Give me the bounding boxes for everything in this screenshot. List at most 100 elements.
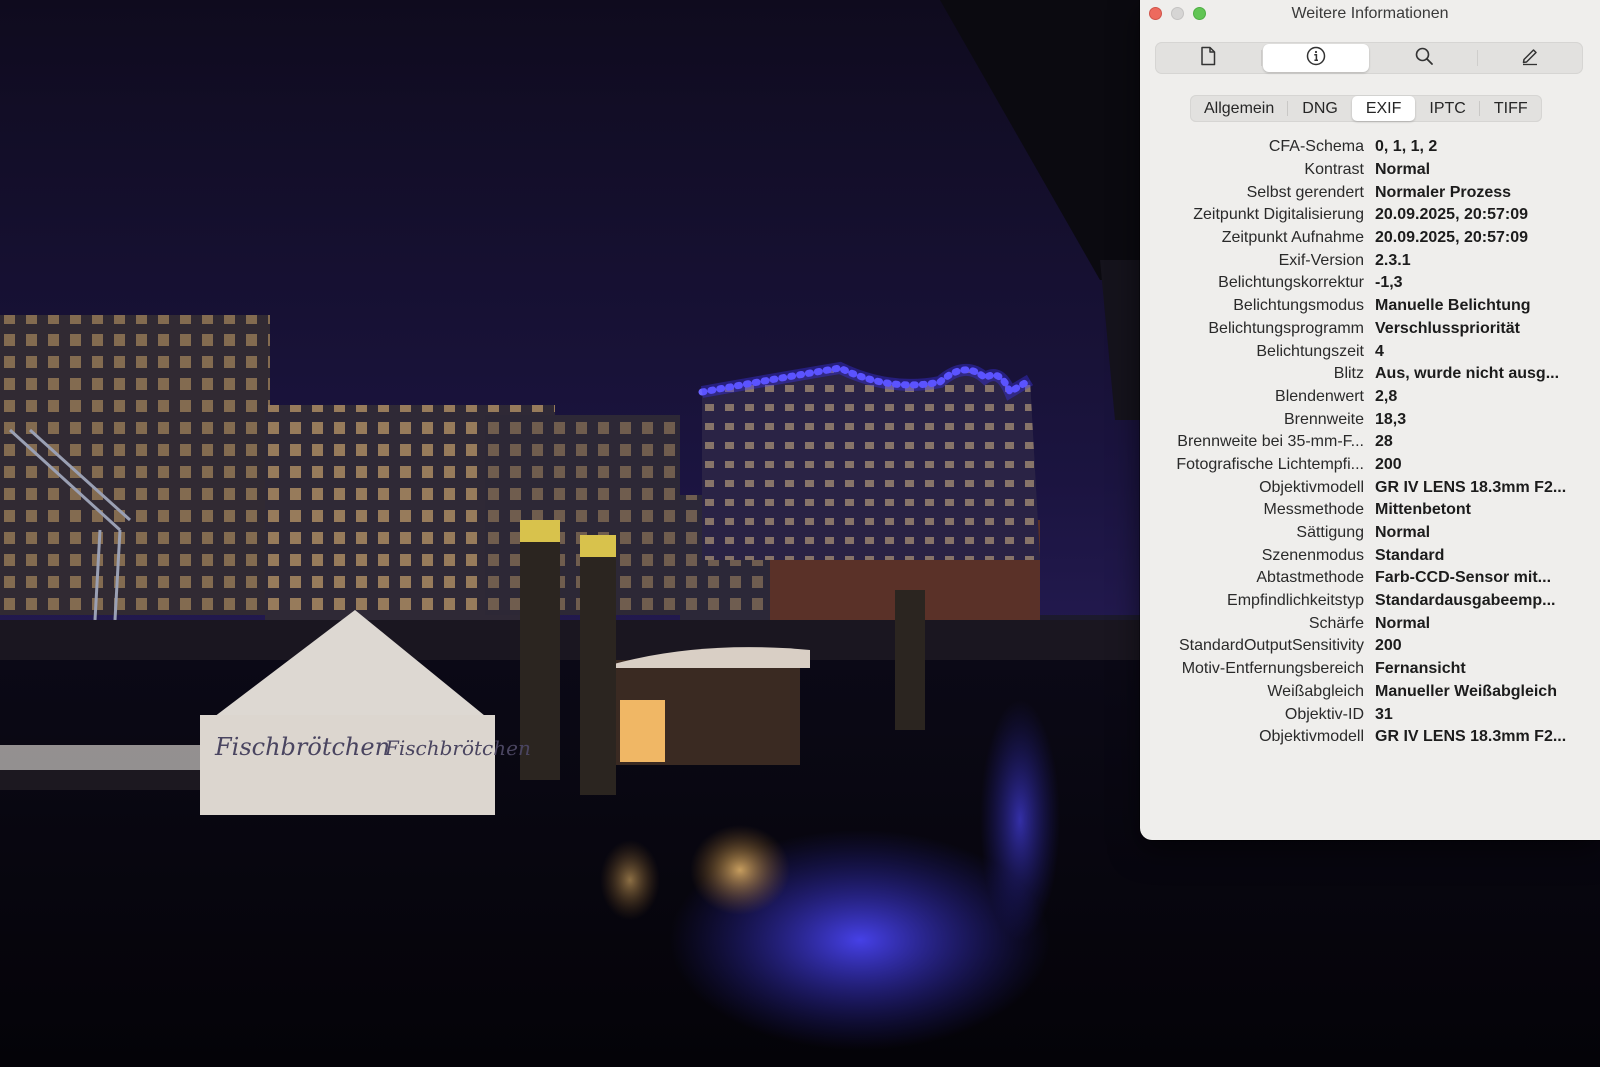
exif-row: Belichtungsmodus Manuelle Belichtung [1140, 295, 1600, 318]
tab-tiff[interactable]: TIFF [1480, 95, 1542, 122]
exif-label: Empfindlichkeitstyp [1227, 592, 1364, 610]
exif-row: Exif-Version 2.3.1 [1140, 249, 1600, 272]
exif-value[interactable]: Normal [1375, 524, 1588, 542]
exif-value[interactable]: 20.09.2025, 20:57:09 [1375, 229, 1588, 247]
exif-value[interactable]: -1,3 [1375, 274, 1588, 292]
exif-row: StandardOutputSensitivity 200 [1140, 635, 1600, 658]
inspector-toolbar [1155, 42, 1583, 74]
exif-label: Blendenwert [1275, 387, 1364, 405]
exif-label: Sättigung [1296, 524, 1364, 542]
exif-value[interactable]: 28 [1375, 433, 1588, 451]
exif-row: Objektiv-ID 31 [1140, 703, 1600, 726]
exif-row: Objektivmodell GR IV LENS 18.3mm F2... [1140, 476, 1600, 499]
exif-row: Blitz Aus, wurde nicht ausg... [1140, 363, 1600, 386]
exif-value[interactable]: Aus, wurde nicht ausg... [1375, 365, 1588, 383]
exif-label: Messmethode [1263, 501, 1365, 519]
exif-row: Belichtungszeit 4 [1140, 340, 1600, 363]
exif-row: Blendenwert 2,8 [1140, 386, 1600, 409]
exif-label: Kontrast [1304, 161, 1364, 179]
exif-value[interactable]: Fernansicht [1375, 660, 1588, 678]
tab-dng[interactable]: DNG [1288, 95, 1352, 122]
exif-value[interactable]: GR IV LENS 18.3mm F2... [1375, 728, 1588, 746]
exif-value[interactable]: 31 [1375, 706, 1588, 724]
exif-label: Brennweite bei 35-mm-F... [1177, 433, 1364, 451]
exif-label: Belichtungsprogramm [1208, 319, 1364, 337]
exif-row: Brennweite bei 35-mm-F... 28 [1140, 431, 1600, 454]
exif-value[interactable]: Standardausgabeemp... [1375, 592, 1588, 610]
tool-document[interactable] [1155, 42, 1262, 74]
window-title: Weitere Informationen [1291, 5, 1449, 22]
exif-row: Abtastmethode Farb-CCD-Sensor mit... [1140, 567, 1600, 590]
exif-row: Objektivmodell GR IV LENS 18.3mm F2... [1140, 726, 1600, 749]
tool-edit[interactable] [1477, 42, 1583, 74]
exif-label: Objektiv-ID [1284, 705, 1364, 723]
exif-label: Belichtungsmodus [1233, 297, 1364, 315]
document-icon [1199, 46, 1217, 71]
info-panel: Weitere Informationen Allgemein DNG EXIF… [1140, 0, 1600, 840]
exif-value[interactable]: Standard [1375, 547, 1588, 565]
exif-row: Motiv-Entfernungsbereich Fernansicht [1140, 658, 1600, 681]
exif-label: Brennweite [1283, 410, 1364, 428]
tent-lettering-left: Fischbrötchen [214, 733, 390, 761]
exif-row: Brennweite 18,3 [1140, 408, 1600, 431]
exif-label: Belichtungszeit [1256, 342, 1364, 360]
exif-label: Exif-Version [1278, 251, 1364, 269]
tab-exif[interactable]: EXIF [1351, 96, 1416, 121]
exif-label: Motiv-Entfernungsbereich [1181, 660, 1364, 678]
exif-value[interactable]: 200 [1375, 637, 1588, 655]
exif-row: Zeitpunkt Aufnahme 20.09.2025, 20:57:09 [1140, 227, 1600, 250]
title-bar[interactable]: Weitere Informationen [1140, 0, 1600, 28]
exif-row: Messmethode Mittenbetont [1140, 499, 1600, 522]
exif-row: Weißabgleich Manueller Weißabgleich [1140, 681, 1600, 704]
exif-label: Abtastmethode [1256, 569, 1364, 587]
exif-value[interactable]: Normal [1375, 161, 1588, 179]
exif-row: Selbst gerendert Normaler Prozess [1140, 181, 1600, 204]
exif-value[interactable]: Normal [1375, 615, 1588, 633]
exif-label: StandardOutputSensitivity [1179, 637, 1364, 655]
tool-search[interactable] [1371, 42, 1478, 74]
exif-value[interactable]: Manuelle Belichtung [1375, 297, 1588, 315]
exif-row: Szenenmodus Standard [1140, 544, 1600, 567]
exif-row: Zeitpunkt Digitalisierung 20.09.2025, 20:… [1140, 204, 1600, 227]
exif-label: Objektivmodell [1259, 728, 1364, 746]
pencil-icon [1520, 46, 1540, 71]
exif-value[interactable]: GR IV LENS 18.3mm F2... [1375, 479, 1588, 497]
tool-info[interactable] [1263, 44, 1369, 72]
exif-value[interactable]: 0, 1, 1, 2 [1375, 138, 1588, 156]
exif-label: Szenenmodus [1261, 546, 1364, 564]
exif-list: CFA-Schema 0, 1, 1, 2 Kontrast Normal Selbst… [1140, 136, 1600, 749]
exif-row: Belichtungskorrektur -1,3 [1140, 272, 1600, 295]
tent-lettering-right: Fischbrötchen [384, 736, 531, 760]
exif-value[interactable]: 18,3 [1375, 411, 1588, 429]
exif-value[interactable]: Manueller Weißabgleich [1375, 683, 1588, 701]
exif-row: Kontrast Normal [1140, 159, 1600, 182]
exif-label: Selbst gerendert [1246, 183, 1364, 201]
exif-value[interactable]: 2,8 [1375, 388, 1588, 406]
metadata-tabs: Allgemein DNG EXIF IPTC TIFF [1190, 95, 1542, 122]
exif-row: Empfindlichkeitstyp Standardausgabeemp... [1140, 590, 1600, 613]
exif-label: Blitz [1333, 365, 1364, 383]
info-icon [1306, 46, 1326, 71]
exif-label: Weißabgleich [1267, 682, 1364, 700]
exif-value[interactable]: Verschlusspriorität [1375, 320, 1588, 338]
tab-allgemein[interactable]: Allgemein [1190, 95, 1289, 122]
exif-row: CFA-Schema 0, 1, 1, 2 [1140, 136, 1600, 159]
exif-value[interactable]: 2.3.1 [1375, 252, 1588, 270]
exif-value[interactable]: 20.09.2025, 20:57:09 [1375, 206, 1588, 224]
exif-row: Fotografische Lichtempfi... 200 [1140, 454, 1600, 477]
exif-label: Zeitpunkt Digitalisierung [1193, 206, 1364, 224]
exif-label: Zeitpunkt Aufnahme [1221, 229, 1364, 247]
exif-label: Objektivmodell [1259, 478, 1364, 496]
exif-value[interactable]: Farb-CCD-Sensor mit... [1375, 569, 1588, 587]
search-icon [1414, 46, 1434, 71]
exif-row: Schärfe Normal [1140, 612, 1600, 635]
exif-value[interactable]: Normaler Prozess [1375, 184, 1588, 202]
exif-label: Belichtungskorrektur [1218, 274, 1364, 292]
exif-value[interactable]: Mittenbetont [1375, 501, 1588, 519]
exif-value[interactable]: 4 [1375, 343, 1588, 361]
exif-label: Fotografische Lichtempfi... [1176, 455, 1364, 473]
exif-label: Schärfe [1308, 614, 1364, 632]
exif-row: Sättigung Normal [1140, 522, 1600, 545]
tab-iptc[interactable]: IPTC [1415, 95, 1480, 122]
exif-value[interactable]: 200 [1375, 456, 1588, 474]
